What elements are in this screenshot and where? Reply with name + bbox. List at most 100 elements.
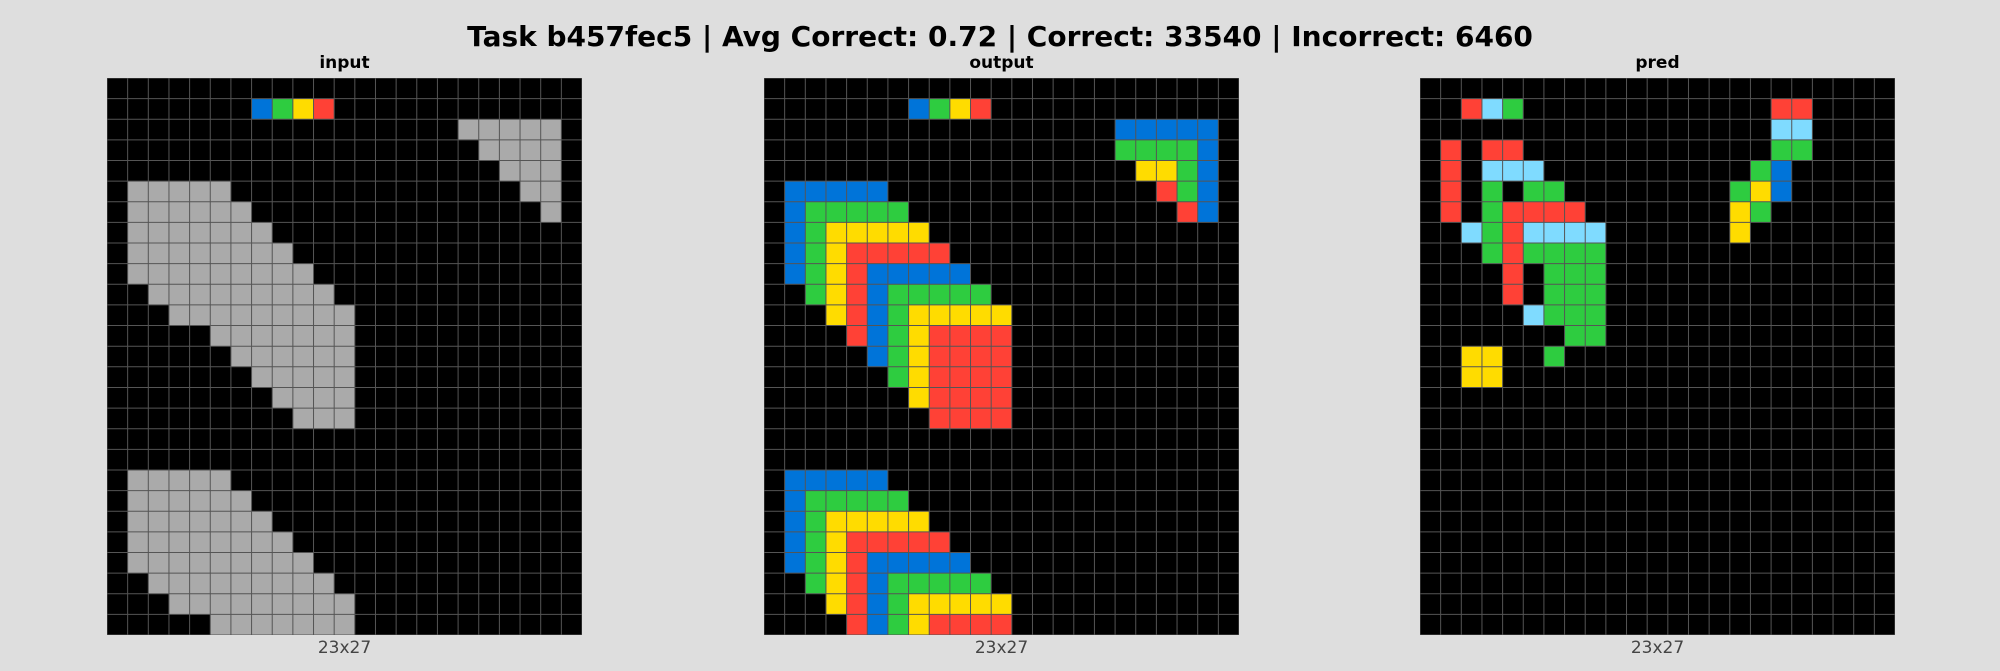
grid-cell (970, 346, 992, 367)
grid-cell (805, 243, 826, 264)
grid-cell (313, 325, 335, 347)
grid-cell (334, 593, 355, 615)
grid-cell (210, 263, 231, 285)
grid-cell (1543, 263, 1565, 285)
grid-cell (908, 387, 930, 409)
grid-cell (825, 469, 847, 491)
grid-cell (908, 593, 930, 615)
grid-cell (970, 387, 992, 409)
grid-cell (825, 552, 847, 574)
grid-cell (825, 490, 847, 512)
grid-cell (1502, 139, 1524, 161)
grid-cell (949, 284, 971, 305)
panel-dims-pred: 23x27 (1630, 638, 1685, 658)
grid-cell (867, 243, 888, 264)
grid-cell (230, 243, 252, 264)
grid-cell (127, 552, 149, 574)
grid-cell (846, 263, 868, 285)
grid-cell (867, 181, 888, 202)
grid-cell (292, 284, 314, 305)
grid-cell (867, 531, 888, 553)
grid-cell (540, 160, 562, 182)
grid-cell (1564, 263, 1586, 285)
grid-cell (230, 263, 252, 285)
panel-title-output: output (969, 53, 1034, 73)
grid-cell (1440, 201, 1462, 223)
grid-cell (1481, 201, 1503, 223)
grid-cell (1771, 119, 1792, 140)
grid-cell (805, 531, 826, 553)
grid-cell (189, 284, 211, 305)
grid-cell (784, 181, 806, 202)
grid-cell (148, 469, 169, 491)
grid-cell (908, 304, 930, 326)
grid-cell (168, 181, 190, 202)
grid-cell (334, 325, 355, 347)
grid-cell (148, 201, 169, 223)
grid-cell (230, 325, 252, 347)
grid-cell (168, 552, 190, 574)
grid-cell (784, 490, 806, 512)
grid-cell (210, 490, 231, 512)
grid-cell (189, 181, 211, 202)
grid-cell (1585, 284, 1606, 305)
grid-cell (1543, 284, 1565, 305)
grid-cell (867, 490, 888, 512)
grid-cell (949, 263, 971, 285)
grid-cell (846, 469, 868, 491)
grid-cell (478, 139, 500, 161)
grid-cell (127, 531, 149, 553)
grid-pred (1420, 78, 1895, 635)
grid-cell (189, 490, 211, 512)
grid-cell (929, 573, 950, 594)
grid-cell (148, 552, 169, 574)
grid-cell (805, 181, 826, 202)
grid-cell (210, 552, 231, 574)
grid-cell (168, 222, 190, 244)
grid-cell (1564, 325, 1586, 347)
grid-cell (846, 511, 868, 532)
grid-cell (1115, 119, 1136, 140)
grid-cell (251, 222, 273, 244)
grid-cell (272, 531, 293, 553)
grid-cell (1564, 304, 1586, 326)
grid-cell (991, 408, 1012, 429)
grid-cell (499, 119, 521, 140)
grid-cell (1585, 325, 1606, 347)
grid-cell (949, 98, 971, 120)
grid-cell (867, 284, 888, 305)
grid-cell (970, 284, 992, 305)
grid-cell (949, 346, 971, 367)
grid-cell (272, 614, 293, 635)
grid-cell (805, 490, 826, 512)
grid-cell (1177, 160, 1198, 182)
grid-cell (1135, 160, 1157, 182)
grid-cell (867, 263, 888, 285)
grid-cell (970, 304, 992, 326)
grid-cell (540, 201, 562, 223)
grid-cell (991, 325, 1012, 347)
grid-cell (148, 531, 169, 553)
grid-cell (251, 552, 273, 574)
grid-cell (251, 325, 273, 347)
grid-cell (168, 304, 190, 326)
grid-cell (1481, 181, 1503, 202)
grid-cell (272, 573, 293, 594)
grid-cell (846, 243, 868, 264)
grid-cell (970, 614, 992, 635)
grid-cell (210, 304, 231, 326)
grid-cell (1750, 160, 1772, 182)
grid-cell (929, 387, 950, 409)
grid-cell (1771, 160, 1792, 182)
grid-cell (929, 614, 950, 635)
grid-cell (970, 325, 992, 347)
grid-cell (887, 531, 909, 553)
grid-cell (1197, 119, 1219, 140)
grid-cell (272, 387, 293, 409)
grid-cell (1523, 222, 1544, 244)
grid-cell (230, 552, 252, 574)
grid-cell (908, 531, 930, 553)
grid-cell (1543, 304, 1565, 326)
grid-cell (1791, 119, 1813, 140)
grid-cell (168, 469, 190, 491)
